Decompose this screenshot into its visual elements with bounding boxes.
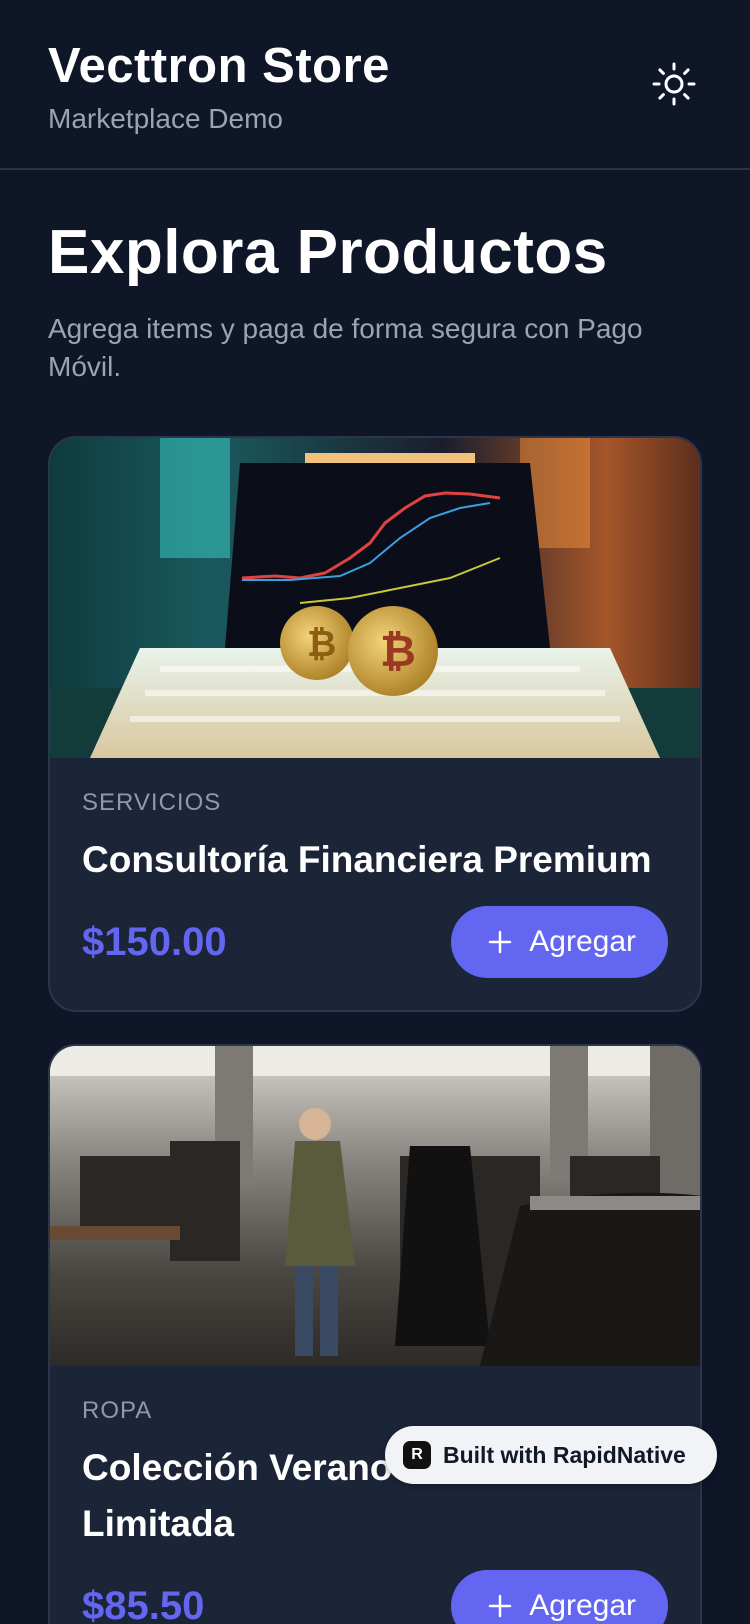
- plus-icon: [489, 930, 512, 954]
- product-price: $150.00: [82, 919, 227, 964]
- app-subtitle: Marketplace Demo: [48, 103, 283, 134]
- app-title: Vecttron Store: [48, 39, 390, 93]
- add-button-label: Agregar: [529, 1589, 636, 1622]
- add-to-cart-button[interactable]: Agregar: [451, 1570, 668, 1624]
- add-to-cart-button[interactable]: Agregar: [451, 906, 668, 978]
- product-name: Consultoría Financiera Premium: [82, 839, 652, 880]
- crypto-laptop-photo: ₿ ₿: [50, 438, 700, 758]
- badge-label: Built with RapidNative: [443, 1441, 686, 1468]
- product-card[interactable]: ROPA Colección Verano Limitada $85.50 Ag…: [48, 1044, 702, 1624]
- add-button-label: Agregar: [529, 925, 636, 958]
- built-with-badge[interactable]: R Built with RapidNative: [385, 1426, 717, 1484]
- product-price: $85.50: [82, 1583, 205, 1624]
- svg-text:₿: ₿: [380, 626, 416, 677]
- product-category: SERVICIOS: [82, 789, 222, 816]
- product-category: ROPA: [82, 1397, 153, 1424]
- sun-icon: [652, 62, 696, 106]
- svg-text:₿: ₿: [307, 624, 336, 665]
- product-card[interactable]: ₿ ₿ SERVICIOS Consultoría Financiera Pre…: [48, 436, 702, 1012]
- main-content: Explora Productos Agrega items y paga de…: [0, 170, 750, 1624]
- page-description: Agrega items y paga de forma segura con …: [48, 313, 643, 382]
- app-header: Vecttron Store Marketplace Demo: [0, 0, 750, 170]
- theme-toggle-button[interactable]: [650, 60, 698, 108]
- plus-icon: [489, 1594, 512, 1618]
- rapidnative-logo-icon: R: [403, 1441, 431, 1469]
- page-title: Explora Productos: [48, 218, 608, 287]
- clothing-store-photo: [50, 1046, 700, 1366]
